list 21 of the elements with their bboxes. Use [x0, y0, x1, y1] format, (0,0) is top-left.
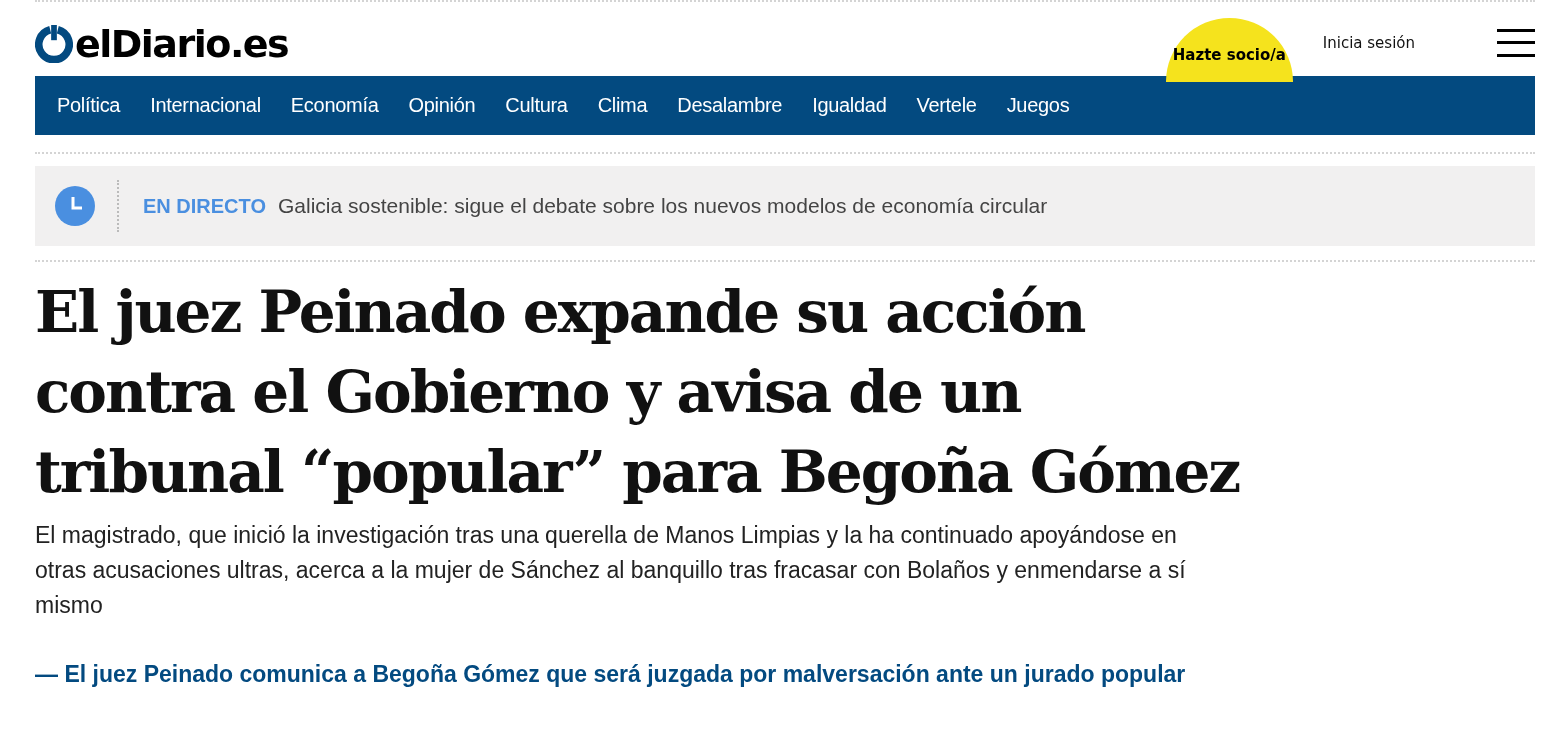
related-link[interactable]: — El juez Peinado comunica a Begoña Gómez que será juzgada por malversación ante un jurado popular	[35, 657, 1235, 691]
nav-link[interactable]: Clima	[597, 94, 648, 117]
nav-link[interactable]: Política	[57, 94, 121, 117]
clock-icon	[55, 186, 95, 226]
nav-link[interactable]: Juegos	[1006, 94, 1070, 117]
nav-link[interactable]: Internacional	[150, 94, 261, 117]
menu-icon[interactable]	[1497, 29, 1535, 57]
live-label: EN DIRECTO	[143, 194, 266, 218]
logo-icon	[35, 25, 73, 63]
nav-link[interactable]: Economía	[290, 94, 379, 117]
nav-link[interactable]: Igualdad	[812, 94, 887, 117]
nav-link[interactable]: Desalambre	[677, 94, 783, 117]
headline[interactable]: El juez Peinado expande su acción contra el Gobierno y avisa de un tribunal “popular” para Begoña Gómez	[35, 272, 1275, 512]
nav-link[interactable]: Vertele	[916, 94, 977, 117]
subscribe-link[interactable]: Hazte socio/a	[1165, 18, 1293, 82]
login-link[interactable]: Inicia sesión	[1322, 34, 1415, 52]
nav-link[interactable]: Cultura	[505, 94, 568, 117]
logo-text[interactable]: elDiario.es	[75, 22, 289, 66]
live-link[interactable]: Galicia sostenible: sigue el debate sobre los nuevos modelos de economía circular	[278, 194, 1048, 218]
summary: El magistrado, que inició la investigación tras una querella de Manos Limpias y la ha continuado apoyándose en otras acusaciones ultras, acerca a la mujer de Sánchez al banquillo tras fracasar con Bolaños y enmendarse a sí mismo	[35, 521, 1187, 620]
nav-link[interactable]: Opinión	[408, 94, 476, 117]
